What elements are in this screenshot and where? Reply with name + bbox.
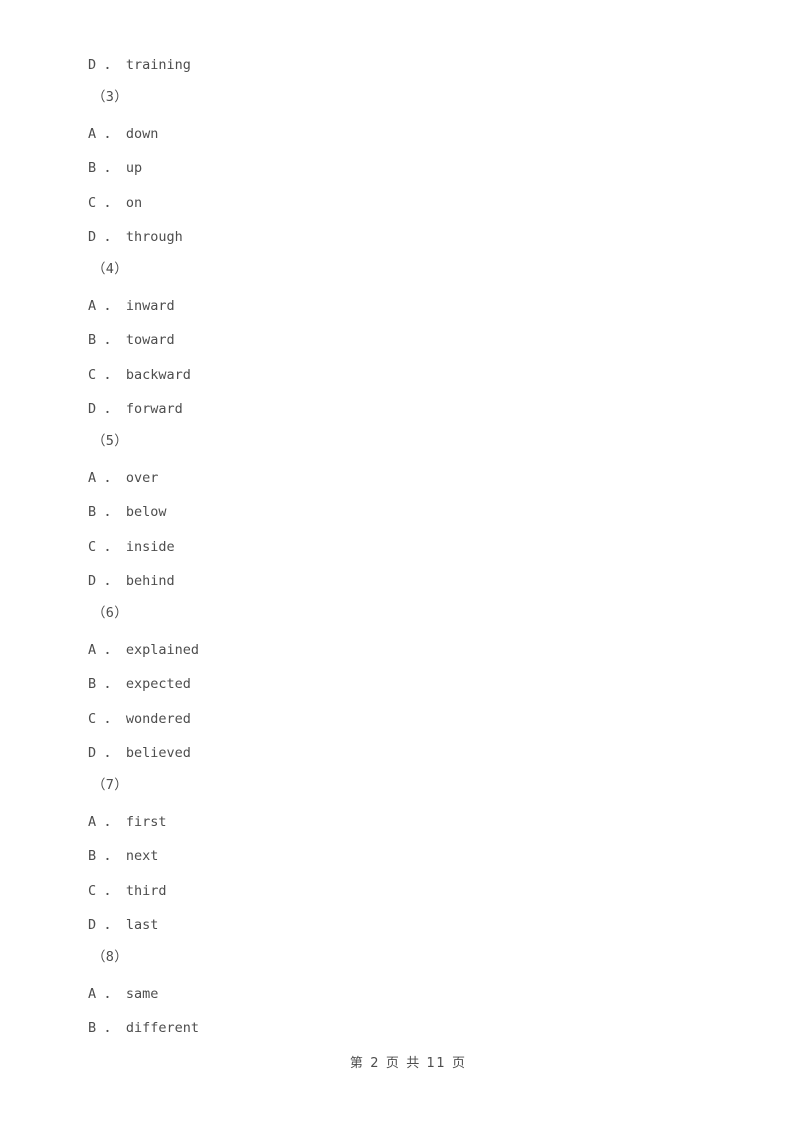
answer-option: D ． believed — [0, 736, 800, 770]
question-number-label: （8） — [92, 949, 129, 965]
answer-option-label: D ． through — [88, 229, 183, 245]
question-number: （5） — [0, 424, 800, 458]
answer-option-label: C ． third — [88, 883, 167, 899]
answer-option: A ． first — [0, 805, 800, 839]
question-number: （8） — [0, 940, 800, 974]
answer-option-label: D ． behind — [88, 573, 175, 589]
answer-option-label: A ． over — [88, 470, 159, 486]
answer-option-label: B ． below — [88, 504, 167, 520]
document-page: D ． training （3） A ． down B ． up C ． on D ． t… — [0, 0, 800, 1132]
answer-option: A ． same — [0, 977, 800, 1011]
answer-option-label: B ． expected — [88, 676, 191, 692]
answer-option: C ． wondered — [0, 702, 800, 736]
answer-option-label: A ． down — [88, 126, 159, 142]
question-number-label: （3） — [92, 89, 129, 105]
answer-option-label: D ． believed — [88, 745, 191, 761]
question-number: （6） — [0, 596, 800, 630]
answer-option: B ． next — [0, 839, 800, 873]
question-number: （7） — [0, 768, 800, 802]
answer-option-label: B ． toward — [88, 332, 175, 348]
answer-option: C ． backward — [0, 358, 800, 392]
answer-option: C ． on — [0, 186, 800, 220]
answer-option: B ． up — [0, 151, 800, 185]
answer-option: D ． forward — [0, 392, 800, 426]
answer-option: A ． down — [0, 117, 800, 151]
answer-option: C ． inside — [0, 530, 800, 564]
answer-option: A ． inward — [0, 289, 800, 323]
answer-option: A ． over — [0, 461, 800, 495]
question-number-label: （6） — [92, 605, 129, 621]
answer-option: B ． toward — [0, 323, 800, 357]
answer-option-label: A ． explained — [88, 642, 200, 658]
answer-option: D ． last — [0, 908, 800, 942]
answer-option-label: A ． inward — [88, 298, 175, 314]
question-number: （3） — [0, 80, 800, 114]
answer-option-label: A ． first — [88, 814, 167, 830]
answer-option-label: C ． wondered — [88, 711, 191, 727]
answer-option-label: D ． training — [88, 57, 191, 73]
answer-option: D ． through — [0, 220, 800, 254]
question-number-label: （4） — [92, 261, 129, 277]
question-number-label: （5） — [92, 433, 129, 449]
answer-option: C ． third — [0, 874, 800, 908]
page-footer: 第 2 页 共 11 页 — [0, 1034, 800, 1071]
page-number-text: 第 2 页 共 11 页 — [349, 1056, 467, 1071]
answer-option-label: C ． backward — [88, 367, 191, 383]
answer-option-label: D ． last — [88, 917, 159, 933]
answer-option-label: C ． on — [88, 195, 143, 211]
answer-option-label: D ． forward — [88, 401, 183, 417]
answer-option: D ． training — [0, 48, 800, 82]
answer-option-label: A ． same — [88, 986, 159, 1002]
question-number-label: （7） — [92, 777, 129, 793]
question-number: （4） — [0, 252, 800, 286]
answer-option: A ． explained — [0, 633, 800, 667]
answer-option: B ． below — [0, 495, 800, 529]
answer-option-label: B ． next — [88, 848, 159, 864]
answer-option: B ． expected — [0, 667, 800, 701]
answer-option: D ． behind — [0, 564, 800, 598]
answer-option-label: C ． inside — [88, 539, 175, 555]
answer-option-label: B ． up — [88, 160, 143, 176]
